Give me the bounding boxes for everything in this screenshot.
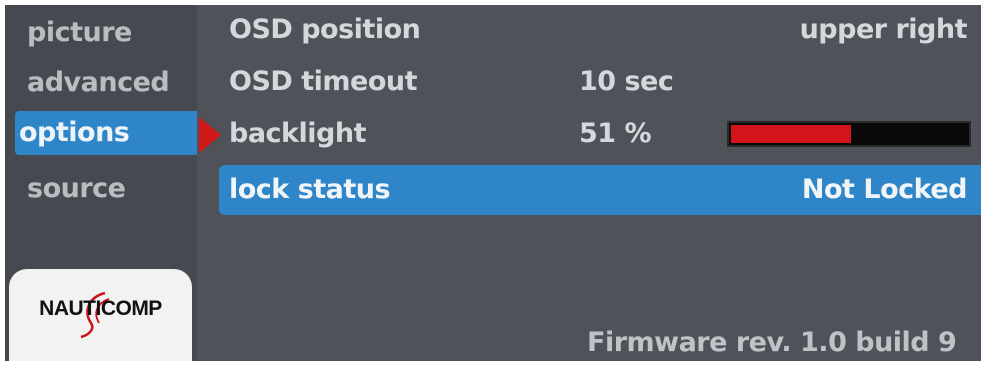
sidebar-item-picture[interactable]: picture xyxy=(15,11,197,55)
logo-text: NAUTICOMP xyxy=(39,297,162,320)
menu-row-lock-status[interactable]: lock status Not Locked xyxy=(219,165,981,215)
menu-row-osd-position[interactable]: OSD position upper right xyxy=(219,5,981,55)
menu-row-value: upper right xyxy=(799,14,968,45)
sidebar-item-advanced[interactable]: advanced xyxy=(15,61,197,105)
sidebar-item-source[interactable]: source xyxy=(15,167,197,211)
menu-row-label: OSD timeout xyxy=(229,66,418,97)
osd-screen: picture advanced options source NAUTICOM… xyxy=(5,5,981,361)
backlight-level-bar[interactable] xyxy=(727,121,971,147)
firmware-version: Firmware rev. 1.0 build 9 xyxy=(587,327,957,358)
menu-row-value: 51 % xyxy=(579,118,652,149)
menu-row-osd-timeout[interactable]: OSD timeout 10 sec xyxy=(219,57,981,107)
sidebar-menu: picture advanced options source NAUTICOM… xyxy=(5,5,197,361)
backlight-level-fill xyxy=(731,125,851,143)
menu-row-value: 10 sec xyxy=(579,66,674,97)
nauticomp-logo: NAUTICOMP xyxy=(9,269,192,361)
menu-row-value: Not Locked xyxy=(801,174,968,205)
menu-row-label: OSD position xyxy=(229,14,421,45)
menu-row-backlight[interactable]: backlight 51 % xyxy=(219,109,981,159)
menu-row-label: backlight xyxy=(229,118,366,149)
menu-row-label: lock status xyxy=(229,174,391,205)
selection-pointer-icon xyxy=(199,117,221,153)
sidebar-item-options[interactable]: options xyxy=(15,111,197,155)
